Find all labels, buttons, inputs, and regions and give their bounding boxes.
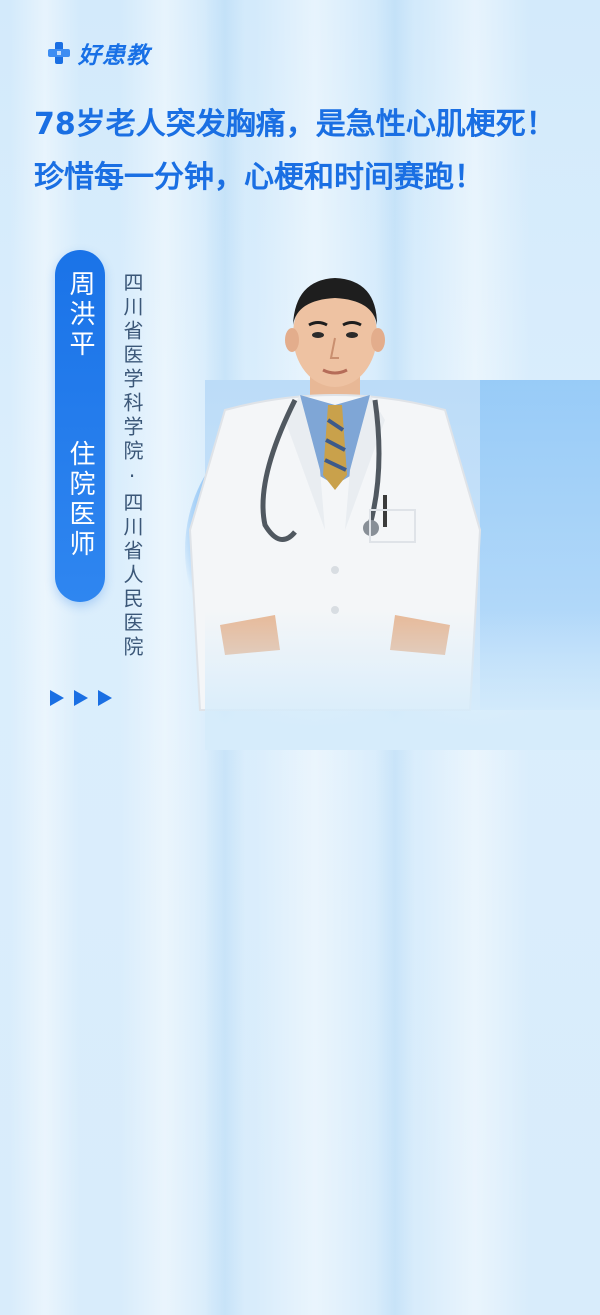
medical-cross-logo-icon xyxy=(46,40,72,66)
doctor-title: 住院医师 xyxy=(65,440,95,560)
doctor-name-pill: 周洪平 住院医师 xyxy=(55,250,105,602)
photo-backdrop-side-panel xyxy=(480,380,600,710)
brand-logo: 好患教 xyxy=(46,36,150,70)
headline: 78岁老人突发胸痛，是急性心肌梗死！ 珍惜每一分钟，心梗和时间赛跑！ xyxy=(34,98,582,204)
doctor-name: 周洪平 xyxy=(65,270,95,360)
arrow-right-icon xyxy=(50,690,64,706)
doctor-hospital: 四川省医学科学院·四川省人民医院 xyxy=(120,272,144,660)
headline-line-1: 78岁老人突发胸痛，是急性心肌梗死！ xyxy=(34,107,556,142)
doctor-portrait-photo xyxy=(185,270,485,720)
arrow-right-icon xyxy=(74,690,88,706)
headline-line-2: 珍惜每一分钟，心梗和时间赛跑！ xyxy=(34,160,484,195)
triple-arrow-icon xyxy=(50,690,112,706)
brand-name: 好患教 xyxy=(78,43,150,69)
arrow-right-icon xyxy=(98,690,112,706)
